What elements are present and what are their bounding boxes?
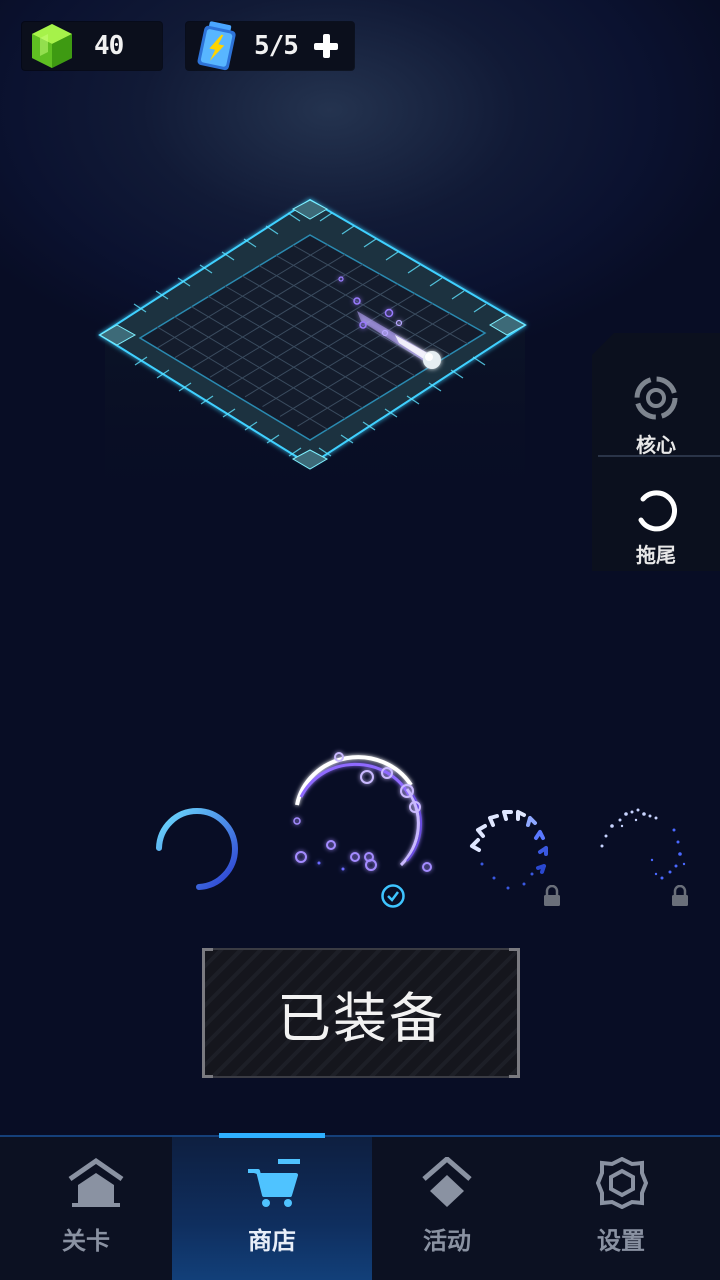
gem-counter: 40: [22, 22, 162, 70]
trail-option-cyan-arc[interactable]: [145, 800, 245, 900]
active-tab-indicator: [219, 1133, 325, 1138]
home-icon: [68, 1157, 124, 1207]
side-tab-tail[interactable]: 拖尾: [592, 453, 720, 571]
nav-tab-settings[interactable]: 设置: [522, 1137, 720, 1280]
nav-tab-shop-label: 商店: [248, 1227, 296, 1255]
shopping-cart-icon: [248, 1159, 300, 1207]
nav-tab-settings-label: 设置: [597, 1227, 645, 1255]
lock-icon: [544, 885, 560, 906]
tail-ring-icon: [638, 490, 677, 532]
bottom-nav: 关卡 商店 活动 设置: [0, 1133, 720, 1280]
diamond-arrow-icon: [422, 1157, 472, 1207]
nav-tab-events[interactable]: 活动: [372, 1137, 522, 1280]
battery-icon: [197, 21, 236, 71]
nav-tab-shop[interactable]: 商店: [172, 1133, 372, 1280]
equipped-button-label: 已装备: [277, 986, 445, 1050]
core-icon: [634, 376, 678, 420]
side-tab-tail-label: 拖尾: [636, 543, 676, 567]
nav-tab-levels-label: 关卡: [62, 1227, 110, 1255]
side-tab-core-label: 核心: [636, 433, 676, 457]
side-tab-core[interactable]: 核心: [592, 333, 720, 457]
add-energy-button[interactable]: [312, 32, 340, 60]
nav-tab-events-label: 活动: [423, 1227, 471, 1255]
energy-count: 5/5: [254, 31, 299, 61]
gem-count: 40: [94, 31, 124, 61]
equipped-button[interactable]: 已装备: [202, 948, 520, 1078]
customize-side-panel: 核心 拖尾: [592, 333, 720, 571]
trail-option-bubble-ring[interactable]: [283, 745, 443, 885]
green-gem-icon: [32, 24, 72, 68]
lock-icon: [672, 885, 688, 906]
nav-tab-levels[interactable]: 关卡: [0, 1137, 172, 1280]
equipped-check-icon: [381, 884, 405, 908]
energy-counter: 5/5: [186, 21, 354, 71]
game-board: [98, 198, 527, 495]
gear-icon: [596, 1157, 648, 1209]
